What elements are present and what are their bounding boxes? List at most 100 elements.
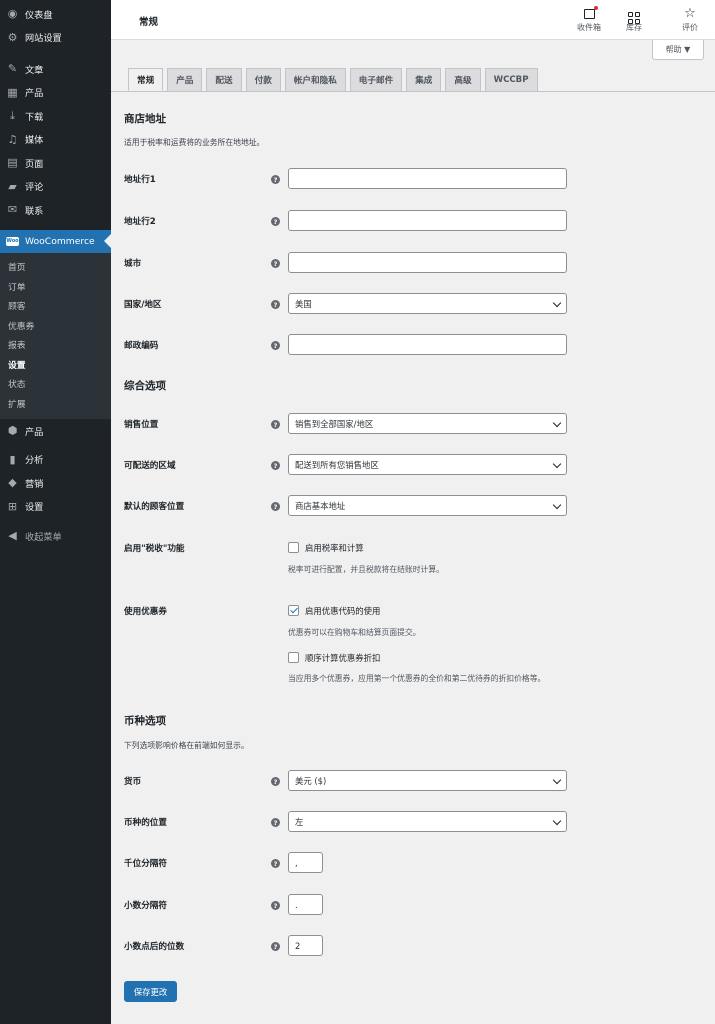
- media-icon: ♫: [7, 132, 18, 146]
- enable-coupons-checkbox[interactable]: [288, 605, 299, 616]
- sidebar-item-media[interactable]: ♫ 媒体: [0, 128, 111, 152]
- help-icon[interactable]: ?: [271, 461, 280, 470]
- submenu-item-orders[interactable]: 订单: [0, 277, 111, 297]
- sequential-coupons-check-label[interactable]: 顺序计算优惠券折扣: [305, 652, 380, 664]
- help-icon[interactable]: ?: [271, 341, 280, 350]
- top-header: 常规 收件箱 库存 ☆ 评价: [111, 0, 715, 40]
- customer-location-select[interactable]: 商店基本地址: [288, 495, 567, 516]
- label-country: 国家/地区: [124, 300, 162, 310]
- postcode-input[interactable]: [288, 334, 567, 355]
- tab-integration[interactable]: 集成: [406, 68, 442, 91]
- star-icon: ☆: [684, 6, 696, 21]
- megaphone-icon: ◆: [8, 476, 17, 490]
- inbox-button[interactable]: 收件箱: [569, 6, 609, 33]
- sidebar-item-label: 仪表盘: [25, 9, 53, 21]
- sidebar-item-analytics[interactable]: ▮ 分析: [0, 448, 111, 472]
- sidebar-item-site-settings[interactable]: ⚙ 网站设置: [0, 26, 111, 50]
- label-coupons: 使用优惠券: [124, 607, 167, 617]
- currency-position-select[interactable]: 左: [288, 811, 567, 832]
- help-icon[interactable]: ?: [271, 217, 280, 226]
- library-button[interactable]: 库存: [614, 6, 654, 33]
- sidebar-item-woocommerce[interactable]: Woo WooCommerce: [0, 229, 111, 253]
- address2-input[interactable]: [288, 210, 567, 231]
- label-address2: 地址行2: [124, 217, 156, 227]
- tab-accounts-privacy[interactable]: 帐户和隐私: [284, 68, 346, 91]
- sidebar-item-label: 产品: [25, 426, 44, 438]
- comment-icon: ▰: [8, 179, 17, 193]
- submenu-item-coupons[interactable]: 优惠券: [0, 316, 111, 336]
- tab-wccbp[interactable]: WCCBP: [484, 68, 538, 91]
- submenu-item-home[interactable]: 首页: [0, 257, 111, 277]
- submenu-item-customers[interactable]: 顾客: [0, 296, 111, 316]
- woocommerce-logo: Woo: [6, 236, 19, 246]
- sidebar-item-marketing[interactable]: ◆ 营销: [0, 471, 111, 495]
- help-icon[interactable]: ?: [271, 259, 280, 268]
- currency-select[interactable]: 美元 ($): [288, 770, 567, 791]
- save-changes-button[interactable]: 保存更改: [124, 981, 177, 1002]
- submenu-item-status[interactable]: 状态: [0, 374, 111, 394]
- chevron-down-icon: [552, 459, 562, 469]
- label-currency-position: 币种的位置: [124, 818, 167, 828]
- tab-emails[interactable]: 电子邮件: [349, 68, 403, 91]
- sidebar-item-label: 联系: [25, 205, 44, 217]
- num-decimals-input[interactable]: 2: [288, 935, 323, 956]
- tab-shipping[interactable]: 配送: [206, 68, 242, 91]
- help-icon[interactable]: ?: [271, 777, 280, 786]
- sidebar-item-contact[interactable]: ✉ 联系: [0, 198, 111, 222]
- submenu-item-reports[interactable]: 报表: [0, 335, 111, 355]
- gear-icon: ⚙: [7, 30, 18, 44]
- coupon-description: 优惠券可以在购物车和结算页面提交。: [288, 628, 421, 637]
- help-icon[interactable]: ?: [271, 300, 280, 309]
- help-icon[interactable]: ?: [271, 859, 280, 868]
- tab-payments[interactable]: 付款: [245, 68, 281, 91]
- shipping-location-select[interactable]: 配送到所有您销售地区: [288, 454, 567, 475]
- enable-tax-check-label[interactable]: 启用税率和计算: [305, 542, 364, 554]
- help-icon[interactable]: ?: [271, 420, 280, 429]
- label-city: 城市: [124, 259, 142, 269]
- tab-products[interactable]: 产品: [167, 68, 203, 91]
- chevron-down-icon: [552, 500, 562, 510]
- section-desc-store-address: 适用于税率和运费将的业务所在地地址。: [124, 138, 265, 147]
- grid-icon: ▦: [7, 85, 18, 99]
- sidebar-item-label: 设置: [25, 502, 44, 514]
- rate-button[interactable]: ☆ 评价: [670, 6, 710, 33]
- section-title-general: 综合选项: [124, 380, 166, 392]
- sidebar-item-label: 页面: [25, 158, 44, 170]
- sidebar-item-label: 下载: [25, 111, 44, 123]
- help-icon[interactable]: ?: [271, 901, 280, 910]
- submenu-item-settings[interactable]: 设置: [0, 355, 111, 375]
- sidebar-item-dashboard[interactable]: ◉ 仪表盘: [0, 2, 111, 26]
- help-icon[interactable]: ?: [271, 502, 280, 511]
- download-icon: ⤓: [10, 108, 15, 122]
- label-enable-tax: 启用"税收"功能: [124, 544, 185, 554]
- thousand-separator-input[interactable]: ,: [288, 852, 323, 873]
- sidebar-item-wc-products[interactable]: ⬢ 产品: [0, 419, 111, 443]
- sidebar-item-comments[interactable]: ▰ 评论: [0, 175, 111, 199]
- country-select[interactable]: 美国: [288, 293, 567, 314]
- tab-advanced[interactable]: 高级: [445, 68, 481, 91]
- selling-location-select[interactable]: 销售到全部国家/地区: [288, 413, 567, 434]
- help-icon[interactable]: ?: [271, 942, 280, 951]
- help-icon[interactable]: ?: [271, 175, 280, 184]
- help-tab-button[interactable]: 帮助 ▼: [652, 40, 704, 60]
- decimal-separator-input[interactable]: .: [288, 894, 323, 915]
- sidebar-item-settings[interactable]: ⊞ 设置: [0, 495, 111, 519]
- sidebar-item-posts[interactable]: ✎ 文章: [0, 57, 111, 81]
- sidebar-item-collapse[interactable]: ◀ 收起菜单: [0, 524, 111, 548]
- admin-sidebar: ◉ 仪表盘 ⚙ 网站设置 ✎ 文章 ▦ 产品 ⤓ 下载 ♫ 媒体 ▤ 页面 ▰ 评论 ✉ 联系 W…: [0, 0, 111, 1024]
- tab-general[interactable]: 常规: [128, 68, 164, 91]
- help-icon[interactable]: ?: [271, 818, 280, 827]
- address1-input[interactable]: [288, 168, 567, 189]
- submenu-item-extensions[interactable]: 扩展: [0, 394, 111, 414]
- sidebar-item-pages[interactable]: ▤ 页面: [0, 151, 111, 175]
- sidebar-item-products[interactable]: ▦ 产品: [0, 81, 111, 105]
- currency-select-value: 美元 ($): [295, 775, 327, 786]
- city-input[interactable]: [288, 252, 567, 273]
- enable-tax-checkbox[interactable]: [288, 542, 299, 553]
- enable-coupons-check-label[interactable]: 启用优惠代码的使用: [305, 605, 380, 617]
- chevron-down-icon: [552, 418, 562, 428]
- sidebar-item-downloads[interactable]: ⤓ 下载: [0, 104, 111, 128]
- chevron-down-icon: [552, 816, 562, 826]
- sequential-coupons-checkbox[interactable]: [288, 652, 299, 663]
- pin-icon: ✎: [7, 62, 18, 76]
